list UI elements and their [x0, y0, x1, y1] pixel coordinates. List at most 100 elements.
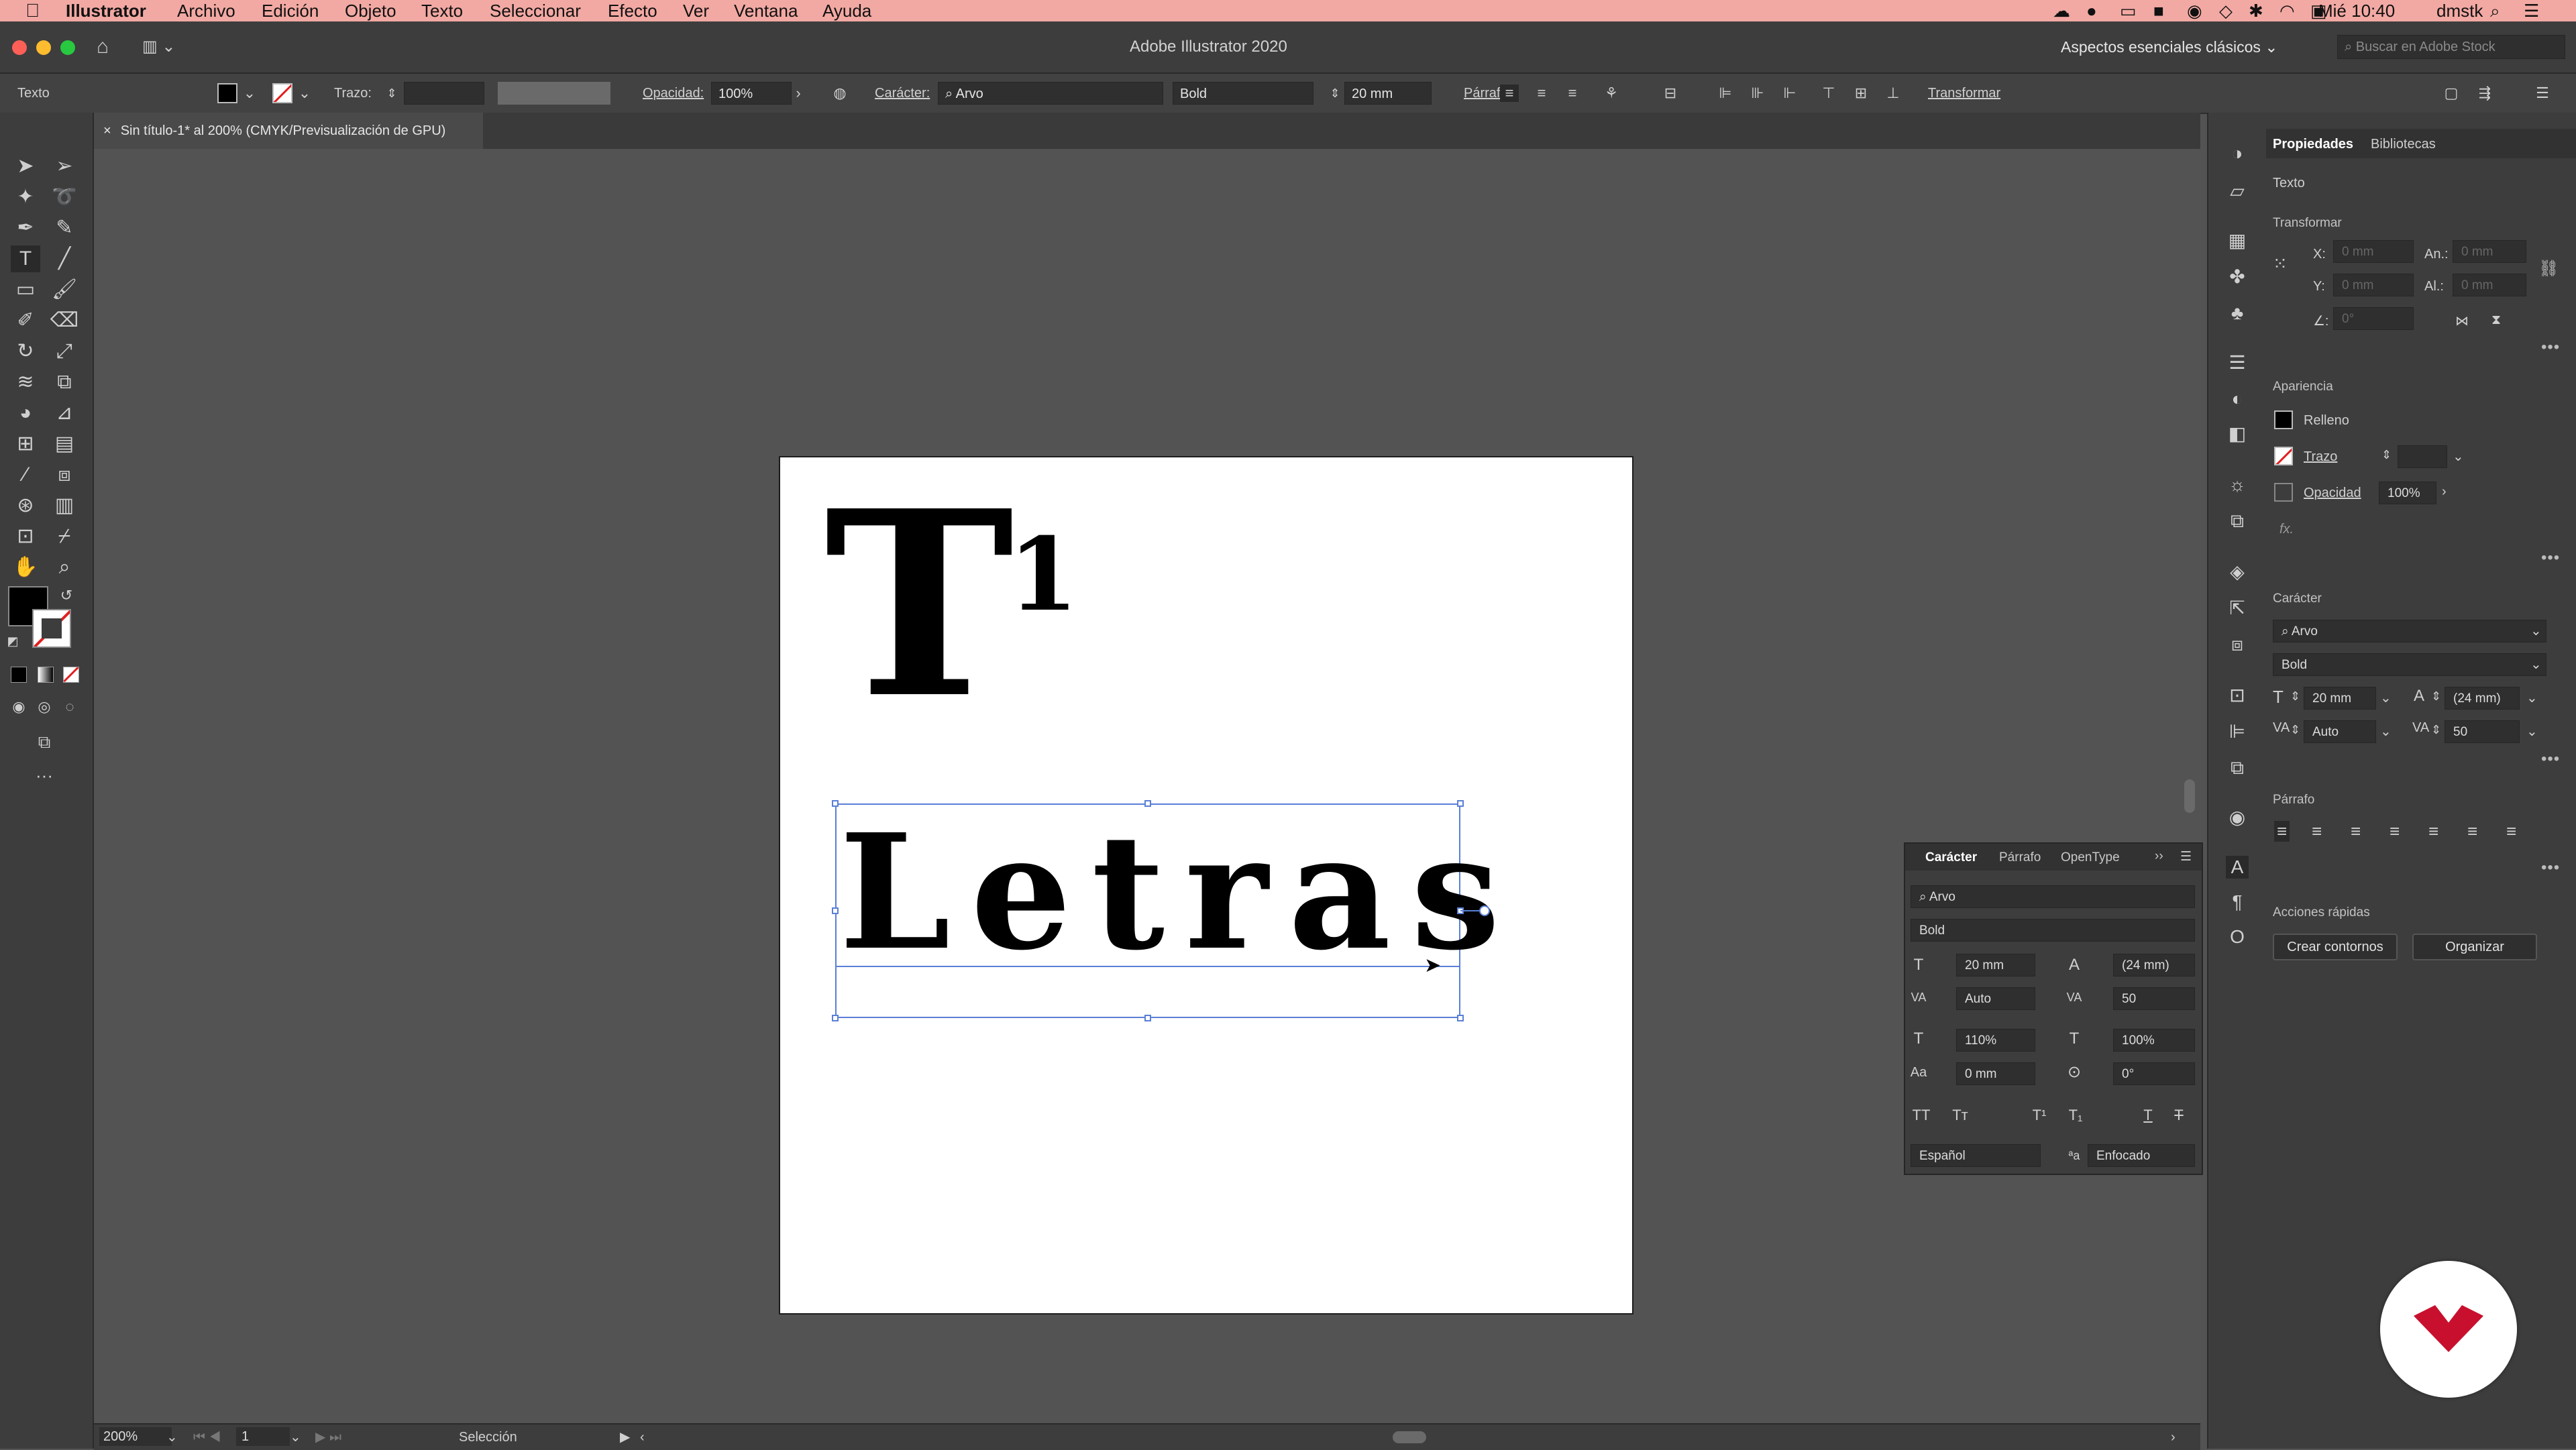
font-family-field[interactable]: ⌕ Arvo	[2273, 620, 2546, 643]
chevron-down-icon[interactable]: ⌄	[2380, 689, 2392, 706]
stepper-icon[interactable]: ⇕	[2290, 723, 2300, 737]
font-family-field[interactable]: ⌕ Arvo	[1911, 885, 2195, 908]
stroke-weight-field[interactable]	[2398, 445, 2447, 468]
transform-panel-icon[interactable]: ⊡	[2226, 684, 2249, 707]
artboard-number-field[interactable]: 1	[236, 1427, 290, 1446]
shape-builder-icon[interactable]: ◕	[11, 400, 40, 427]
font-size-field[interactable]: 20 mm	[1956, 954, 2035, 977]
big-letter-t[interactable]: T	[824, 478, 1014, 732]
scroll-right-icon[interactable]: ›	[2171, 1425, 2176, 1450]
bluetooth-icon[interactable]: ✱	[2249, 0, 2263, 21]
strikethrough-icon[interactable]: T	[2168, 1105, 2190, 1125]
rotate-tool-icon[interactable]: ↻	[11, 338, 40, 365]
chevron-down-icon[interactable]: ⌄	[166, 1425, 178, 1450]
stepper-icon[interactable]: ⇕	[2431, 723, 2441, 737]
resize-handle[interactable]	[832, 800, 839, 807]
free-transform-icon[interactable]: ⧉	[50, 369, 79, 396]
artboards-icon[interactable]: ⧈	[2226, 633, 2249, 656]
underline-icon[interactable]: T	[2137, 1105, 2159, 1125]
appearance-stroke-swatch[interactable]	[2274, 447, 2293, 465]
close-icon[interactable]: ×	[103, 123, 111, 138]
status-menu-icon[interactable]: ▶	[620, 1425, 630, 1450]
window-zoom-icon[interactable]	[60, 40, 75, 55]
brushes-icon[interactable]: ✤	[2226, 266, 2249, 288]
justify-center-icon[interactable]: ≡	[2428, 821, 2438, 842]
chevron-down-icon[interactable]: ⌄	[295, 85, 314, 102]
menu-ventana[interactable]: Ventana	[734, 0, 798, 21]
align-right-edge-icon[interactable]: ⊩	[1780, 85, 1799, 102]
control-center-icon[interactable]: ☰	[2524, 0, 2539, 21]
constrain-proportions-icon[interactable]: ⛓	[2538, 259, 2559, 278]
resize-handle[interactable]	[832, 907, 839, 914]
chevron-down-icon[interactable]: ⌄	[2380, 723, 2392, 740]
chevron-down-icon[interactable]: ⌄	[2530, 622, 2542, 639]
scroll-thumb[interactable]	[2184, 779, 2195, 813]
line-tool-icon[interactable]: ╱	[50, 245, 79, 272]
control-menu-icon[interactable]: ☰	[2533, 85, 2552, 102]
stroke-color-swatch[interactable]	[32, 609, 71, 648]
perspective-grid-icon[interactable]: ⊿	[50, 400, 79, 427]
selection-tool-icon[interactable]: ➤	[11, 153, 40, 180]
tab-opentype[interactable]: OpenType	[2061, 850, 2120, 865]
align-top-icon[interactable]: ⊤	[1819, 85, 1838, 102]
graphic-styles-icon[interactable]: ⧉	[2226, 510, 2249, 533]
chevron-right-icon[interactable]: ›	[789, 85, 808, 102]
menu-texto[interactable]: Texto	[421, 0, 463, 21]
all-caps-icon[interactable]: TT	[1911, 1105, 1932, 1125]
menu-ver[interactable]: Ver	[683, 0, 709, 21]
justify-left-icon[interactable]: ≡	[2390, 821, 2400, 842]
direct-selection-tool-icon[interactable]: ➢	[50, 153, 79, 180]
menu-efecto[interactable]: Efecto	[608, 0, 657, 21]
resize-handle[interactable]	[832, 1015, 839, 1021]
chevron-down-icon[interactable]: ⌄	[2453, 448, 2464, 465]
font-style-field[interactable]: Bold	[1173, 82, 1313, 105]
more-options-icon[interactable]: •••	[2541, 858, 2560, 877]
canvas[interactable]: T 1 Letras ➤	[94, 149, 2200, 1423]
stroke-swatch[interactable]	[272, 83, 292, 103]
chevron-down-icon[interactable]: ⌄	[2530, 656, 2542, 673]
appearance-fill-swatch[interactable]	[2274, 410, 2293, 429]
libraries-icon[interactable]: ▱	[2226, 180, 2249, 203]
draw-normal-icon[interactable]: ◉	[5, 693, 32, 720]
tab-paragraph[interactable]: Párrafo	[1999, 850, 2041, 865]
rectangle-tool-icon[interactable]: ▭	[11, 276, 40, 303]
gradient-tool-icon[interactable]: ▤	[50, 431, 79, 457]
align-panel-icon[interactable]: ⊫	[2226, 720, 2249, 743]
height-field[interactable]: 0 mm	[2453, 274, 2526, 296]
kerning-field[interactable]: Auto	[2304, 720, 2376, 743]
antialias-select[interactable]: Enfocado	[2088, 1144, 2195, 1167]
tab-character[interactable]: Carácter	[1925, 850, 1977, 865]
more-options-icon[interactable]: •••	[2541, 549, 2560, 567]
kerning-field[interactable]: Auto	[1956, 987, 2035, 1010]
apple-icon[interactable]: 	[25, 0, 40, 21]
layers-icon[interactable]: ◈	[2226, 561, 2249, 583]
color-guide-icon[interactable]: ◑	[2226, 142, 2249, 165]
align-bottom-icon[interactable]: ⊥	[1884, 85, 1902, 102]
screen-mode-icon[interactable]: ⧉	[30, 728, 59, 755]
blend-tool-icon[interactable]: ⧈	[50, 461, 79, 488]
align-to-icon[interactable]: ⊟	[1661, 85, 1680, 102]
cloud-icon[interactable]: ☁	[2053, 0, 2070, 21]
chevron-down-icon[interactable]: ⌄	[2526, 723, 2538, 740]
leading-field[interactable]: (24 mm)	[2445, 687, 2520, 710]
wifi-icon[interactable]: ◠	[2279, 0, 2295, 21]
more-options-icon[interactable]: •••	[2541, 750, 2560, 769]
window-minimize-icon[interactable]	[36, 40, 51, 55]
stroke-panel-icon[interactable]: ☰	[2226, 351, 2249, 374]
paragraph-panel-icon[interactable]: ¶	[2226, 891, 2249, 913]
swatches-icon[interactable]: ▦	[2226, 229, 2249, 252]
baseline-shift-field[interactable]: 0 mm	[1956, 1062, 2035, 1085]
angle-field[interactable]: 0°	[2333, 307, 2414, 330]
artboard-tool-icon[interactable]: ⊡	[11, 523, 40, 550]
hand-tool-icon[interactable]: ✋	[11, 554, 40, 581]
collapse-icon[interactable]: ››	[2155, 849, 2163, 864]
small-caps-icon[interactable]: Tᴛ	[1949, 1105, 1971, 1125]
font-size-field[interactable]: 20 mm	[2304, 687, 2376, 710]
swap-colors-icon[interactable]: ↺	[56, 582, 76, 609]
user-name[interactable]: dmstk	[2436, 0, 2483, 21]
window-close-icon[interactable]	[12, 40, 27, 55]
menu-edicion[interactable]: Edición	[262, 0, 319, 21]
eyedropper-icon[interactable]: ⁄	[11, 461, 40, 488]
default-colors-icon[interactable]: ◩	[3, 628, 23, 655]
y-field[interactable]: 0 mm	[2333, 274, 2414, 296]
